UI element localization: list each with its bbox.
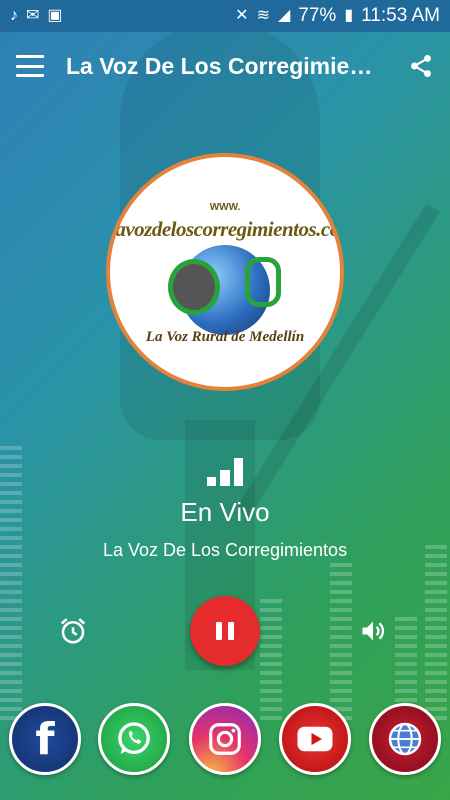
pause-icon-bar [228,622,234,640]
logo-tagline: La Voz Rural de Medellín [145,329,305,345]
equalizer-bars [425,540,447,720]
music-note-icon: ♪ [10,7,18,24]
image-icon: ▣ [47,7,63,24]
social-links: f [0,703,450,779]
wifi-icon: ≋ [256,7,270,24]
hamburger-menu-icon[interactable] [16,55,44,77]
globe-web-icon [388,722,422,756]
battery-icon: ▮ [344,7,354,24]
facebook-icon: f [35,713,55,765]
facebook-button[interactable]: f [9,703,81,775]
logo-www-text: WWW. [209,202,241,213]
whatsapp-button[interactable] [98,703,170,775]
battery-percent: 77% [298,5,337,26]
volume-icon[interactable] [358,617,388,645]
status-bar: ♪ ✉ ▣ ✕ ≋ ◢ 77% ▮ 11:53 AM [0,0,450,32]
pause-button[interactable] [190,596,260,666]
station-name: La Voz De Los Corregimientos [102,540,348,560]
status-system: ✕ ≋ ◢ 77% ▮ 11:53 AM [235,5,440,27]
instagram-icon [209,723,241,755]
headphones-ear-icon [245,257,281,307]
website-button[interactable] [369,703,441,775]
youtube-icon [297,726,333,752]
share-icon[interactable] [408,53,434,79]
alarm-clock-icon[interactable] [58,616,88,646]
logo-domain-text: lavozdeloscorregimientos.com [110,217,344,241]
equalizer-bars [330,558,352,720]
equalizer-bars [260,594,282,720]
app-bar: La Voz De Los Corregimientos [0,32,450,100]
clock: 11:53 AM [361,5,440,26]
app-title: La Voz De Los Corregimientos [66,52,386,79]
station-logo: WWW. lavozdeloscorregimientos.com La Voz… [106,153,344,391]
instagram-button[interactable] [189,703,261,775]
status-notifications: ♪ ✉ ▣ [10,8,63,24]
whatsapp-icon [118,722,150,754]
equalizer-bars [0,441,22,720]
pause-icon-bar [216,622,222,640]
background-art [0,0,450,800]
headphones-icon [168,259,220,315]
live-status: En Vivo [180,497,270,527]
live-signal-icon [207,458,243,486]
youtube-button[interactable] [279,703,351,775]
signal-icon: ◢ [277,7,291,24]
mail-icon: ✉ [26,7,40,24]
mute-icon: ✕ [235,7,249,24]
